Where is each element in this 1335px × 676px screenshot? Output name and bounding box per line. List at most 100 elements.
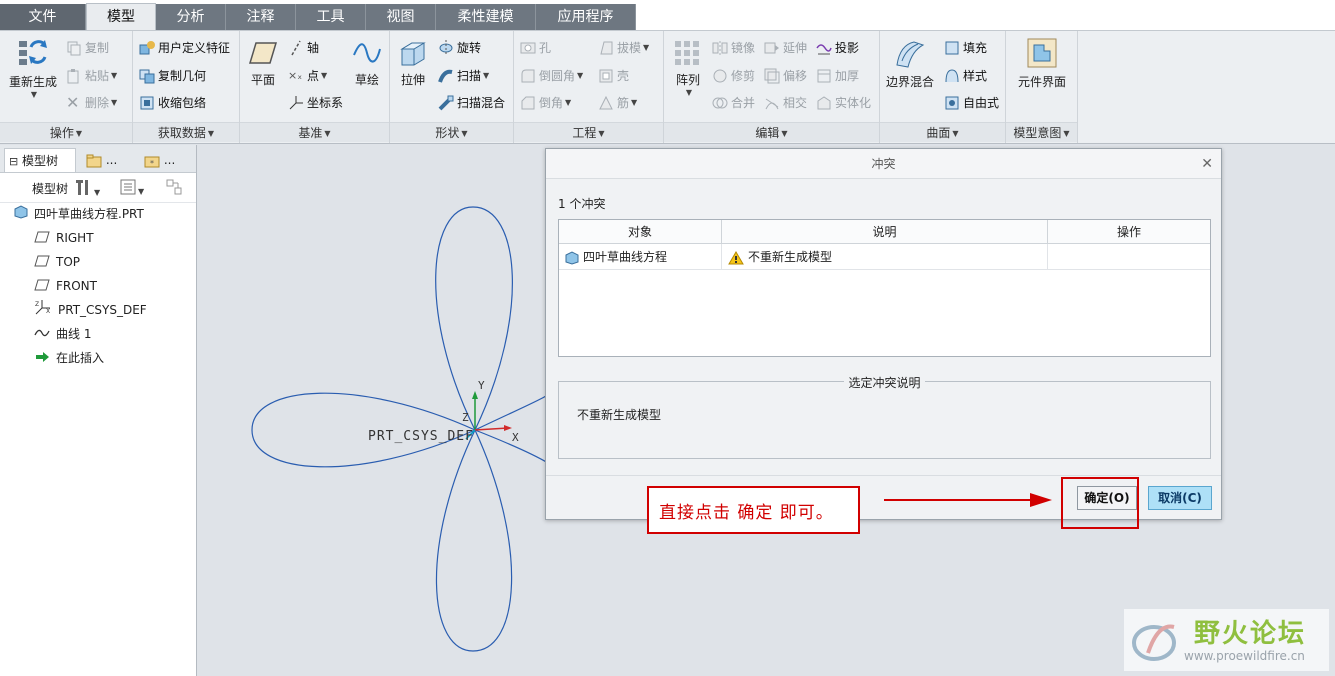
copy-geometry-button[interactable]: 复制几何 [139, 67, 206, 84]
sketch-button[interactable]: 草绘 [350, 39, 384, 88]
offset-icon [764, 68, 780, 84]
copy-button[interactable]: 复制 [66, 39, 109, 56]
mirror-button[interactable]: 镜像 [712, 39, 755, 56]
chevron-down-icon: ▼ [30, 90, 38, 99]
group-surfaces: 边界混合 填充 样式 自由式 曲面 ▼ [880, 31, 1006, 143]
axis-button[interactable]: 轴 [288, 39, 319, 56]
fill-icon [944, 40, 960, 56]
shrinkwrap-button[interactable]: 收缩包络 [139, 94, 206, 111]
plane-button[interactable]: 平面 [246, 39, 280, 88]
extend-button[interactable]: 延伸 [764, 39, 807, 56]
datum-plane-icon [34, 276, 50, 298]
datum-plane-icon [34, 252, 50, 274]
close-icon[interactable]: ✕ [1201, 149, 1213, 179]
instruction-arrow-icon [884, 493, 1052, 507]
tab-model[interactable]: 模型 [86, 3, 156, 31]
rib-button[interactable]: 筋 ▼ [598, 94, 637, 111]
revolve-button[interactable]: 旋转 [438, 39, 481, 56]
paste-button[interactable]: 粘贴 ▼ [66, 67, 117, 84]
table-row-description[interactable]: 不重新生成模型 [722, 244, 1048, 270]
project-button[interactable]: 投影 [816, 39, 859, 56]
regenerate-button[interactable]: 重新生成 ▼ [6, 37, 60, 99]
udf-button[interactable]: 用户定义特征 [139, 39, 230, 56]
thicken-button[interactable]: 加厚 [816, 67, 859, 84]
dialog-title: 冲突 [871, 157, 896, 171]
axis-y-label: Y [478, 379, 485, 392]
shell-button[interactable]: 壳 [598, 67, 629, 84]
draft-button[interactable]: 拔模 ▼ [598, 39, 649, 56]
style-button[interactable]: 样式 [944, 67, 987, 84]
offset-button[interactable]: 偏移 [764, 67, 807, 84]
thicken-icon [816, 68, 832, 84]
tab-folder-browser[interactable]: ... [82, 148, 134, 172]
sweep-button[interactable]: 扫描 ▼ [438, 67, 489, 84]
ok-button-highlight [1061, 477, 1139, 529]
csys-icon: ZX [34, 299, 52, 322]
group-label-model-intent[interactable]: 模型意图 ▼ [1006, 122, 1077, 142]
group-label-get-data[interactable]: 获取数据 ▼ [133, 122, 239, 142]
extrude-button[interactable]: 拉伸 [396, 39, 430, 88]
merge-button[interactable]: 合并 [712, 94, 755, 111]
trim-button[interactable]: 修剪 [712, 67, 755, 84]
tree-filter-icon[interactable] [166, 179, 184, 198]
group-label-engineering[interactable]: 工程 ▼ [514, 122, 663, 142]
tree-item-part[interactable]: 四叶草曲线方程.PRT [14, 203, 144, 225]
settings-tools-icon[interactable]: ▼ [76, 178, 100, 199]
show-list-icon[interactable]: ▼ [120, 179, 144, 198]
tab-analysis[interactable]: 分析 [156, 4, 226, 30]
shell-icon [598, 68, 614, 84]
chamfer-button[interactable]: 倒角 ▼ [520, 94, 571, 111]
group-label-surfaces[interactable]: 曲面 ▼ [880, 122, 1005, 142]
tree-item-insert-here[interactable]: 在此插入 [34, 347, 104, 369]
tree-item-top[interactable]: TOP [34, 251, 80, 273]
tree-item-curve[interactable]: 曲线 1 [34, 323, 91, 345]
component-interface-button[interactable]: 元件界面 [1012, 37, 1072, 90]
hole-icon [520, 40, 536, 56]
cancel-button[interactable]: 取消(C) [1148, 486, 1212, 510]
tree-item-right[interactable]: RIGHT [34, 227, 94, 249]
boundary-blend-icon [896, 41, 925, 68]
model-tree-toolbar: 模型树 ▼ ▼ [0, 173, 196, 203]
csys-button[interactable]: 坐标系 [288, 94, 343, 111]
intersect-button[interactable]: 相交 [764, 94, 807, 111]
tab-favorites[interactable]: * ... [140, 148, 192, 172]
tab-view[interactable]: 视图 [366, 4, 436, 30]
tree-item-front[interactable]: FRONT [34, 275, 97, 297]
tab-tools[interactable]: 工具 [296, 4, 366, 30]
group-label-shapes[interactable]: 形状 ▼ [390, 122, 513, 142]
svg-text:*: * [150, 159, 154, 168]
hole-button[interactable]: 孔 [520, 39, 551, 56]
tab-file[interactable]: 文件 [0, 4, 86, 30]
swept-blend-button[interactable]: 扫描混合 [438, 94, 505, 111]
regenerate-label: 重新生成 [8, 75, 57, 89]
dialog-title-bar: 冲突 ✕ [546, 149, 1221, 179]
pattern-button[interactable]: 阵列 ▼ [670, 39, 706, 97]
point-button[interactable]: ×ₓ 点 ▼ [288, 67, 327, 84]
fill-button[interactable]: 填充 [944, 39, 987, 56]
tab-annotate[interactable]: 注释 [226, 4, 296, 30]
table-row-action[interactable] [1048, 244, 1210, 270]
column-header-action[interactable]: 操作 [1048, 220, 1210, 244]
freestyle-button[interactable]: 自由式 [944, 94, 999, 111]
tab-flexible-modeling[interactable]: 柔性建模 [436, 4, 536, 30]
boundary-blend-button[interactable]: 边界混合 [884, 39, 936, 90]
group-engineering: 孔 倒圆角 ▼ 倒角 ▼ 拔模 ▼ 壳 筋 ▼ 工程 ▼ [514, 31, 664, 143]
tab-applications[interactable]: 应用程序 [536, 4, 636, 30]
delete-button[interactable]: ✕ 删除 ▼ [66, 94, 117, 111]
tab-model-tree[interactable]: ⊟ 模型树 [4, 148, 76, 172]
round-button[interactable]: 倒圆角 ▼ [520, 67, 583, 84]
swept-blend-icon [438, 95, 454, 111]
rib-icon [598, 95, 614, 111]
solidify-button[interactable]: 实体化 [816, 94, 871, 111]
column-header-description[interactable]: 说明 [722, 220, 1048, 244]
table-row-object[interactable]: 四叶草曲线方程 [559, 244, 722, 270]
group-model-intent: 元件界面 模型意图 ▼ [1006, 31, 1078, 143]
freestyle-icon [944, 95, 960, 111]
merge-icon [712, 95, 728, 111]
group-label-editing[interactable]: 编辑 ▼ [664, 122, 879, 142]
tree-item-csys[interactable]: Z X PRT_CSYS_DEF [34, 299, 147, 321]
column-header-object[interactable]: 对象 [559, 220, 722, 244]
group-label-operations[interactable]: 操作 ▼ [0, 122, 132, 142]
group-label-datum[interactable]: 基准 ▼ [240, 122, 389, 142]
project-icon [816, 40, 832, 56]
